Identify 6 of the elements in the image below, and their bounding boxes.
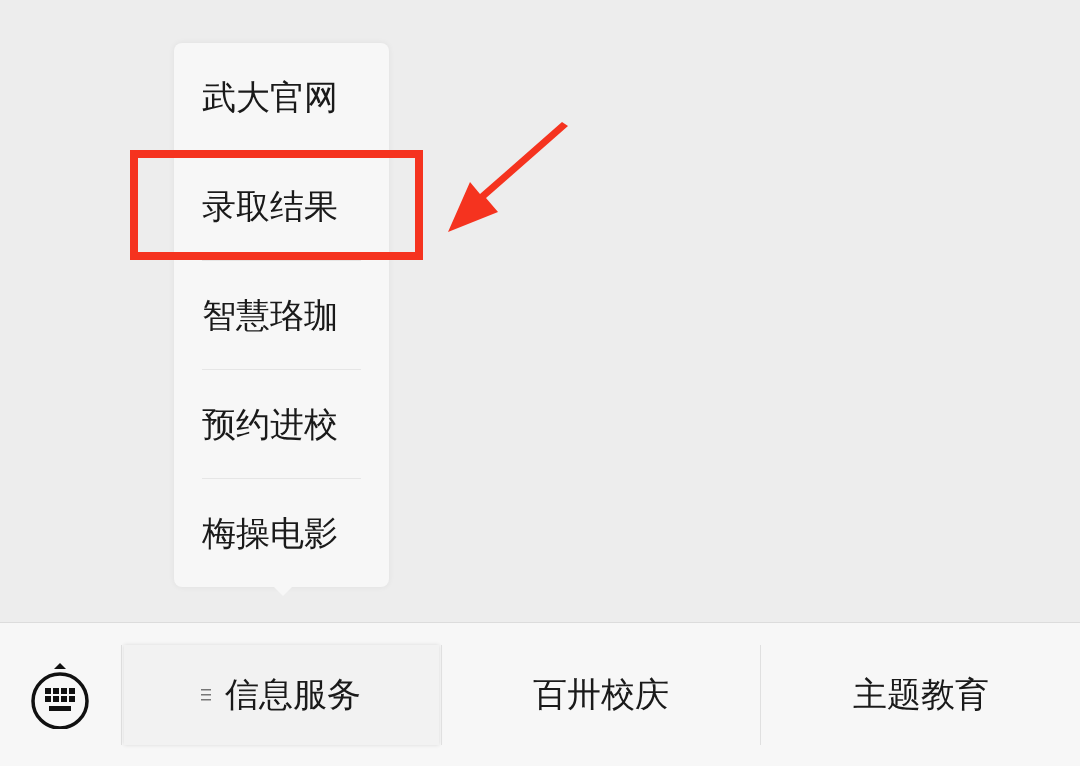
menu-tab[interactable]: 信息服务 — [123, 644, 439, 745]
menu-item[interactable]: 预约进校 — [202, 407, 338, 441]
menu-item[interactable]: 梅操电影 — [202, 516, 338, 550]
menu-item[interactable]: 武大官网 — [202, 80, 338, 114]
menu-item[interactable]: 智慧珞珈 — [202, 298, 338, 332]
menu-item[interactable]: 录取结果 — [202, 189, 338, 223]
